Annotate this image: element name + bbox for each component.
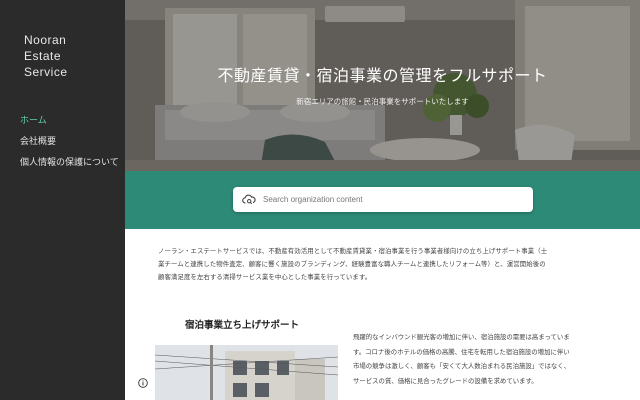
section-line-4: サービスの質、価格に見合ったグレードの設備を求めています。: [353, 376, 538, 385]
info-icon[interactable]: [138, 378, 148, 388]
hero-subtitle: 新宿エリアの旅館・民泊事業をサポートいたします: [296, 97, 469, 106]
search-band: [125, 171, 640, 229]
site-brand[interactable]: Nooran Estate Service: [24, 32, 114, 80]
section-line-1: 飛躍的なインバウンド観光客の増加に伴い、宿泊施設の需要は高まっていま: [353, 333, 570, 341]
sidebar: Nooran Estate Service ホーム 会社概要 個人情報の保護につ…: [0, 0, 125, 400]
intro-line-1: ノーラン・エステートサービスでは、不動産有効活用として不動産賃貸業・宿泊事業を行…: [158, 247, 548, 255]
nav-item-home[interactable]: ホーム: [20, 116, 119, 127]
brand-line-3: Service: [24, 65, 68, 79]
brand-line-2: Estate: [24, 49, 62, 63]
intro-line-3: 顧客満足度を左右する清掃サービス業を中心とした事業を行っています。: [158, 273, 372, 281]
section-line-2: す。コロナ後のホテルの価格の高騰、住宅を転用した宿泊施設の増加に伴い: [353, 347, 570, 356]
nav-item-company[interactable]: 会社概要: [20, 137, 119, 148]
hero-banner: 不動産賃貸・宿泊事業の管理をフルサポート 新宿エリアの旅館・民泊事業をサポートい…: [125, 0, 640, 171]
hero-title: 不動産賃貸・宿泊事業の管理をフルサポート: [217, 66, 548, 85]
nav-item-privacy[interactable]: 個人情報の保護について: [20, 158, 119, 169]
search-box[interactable]: [233, 187, 533, 212]
intro-paragraph: ノーラン・エステートサービスでは、不動産有効活用として不動産賃貸業・宿泊事業を行…: [158, 245, 606, 284]
cloud-search-icon: [242, 194, 256, 205]
intro-line-2: 業チームと連携した物件査定、顧客に響く施設のブランディング、経験豊富な職人チーム…: [158, 260, 546, 268]
search-input[interactable]: [263, 187, 523, 212]
section-line-3: 市場の競争は激しく、顧客も「安くて大人数泊まれる民泊施設」ではなく、: [353, 362, 571, 370]
building-photo: [155, 345, 338, 400]
section-title: 宿泊事業立ち上げサポート: [185, 320, 300, 331]
brand-line-1: Nooran: [24, 33, 67, 47]
main-nav: ホーム 会社概要 個人情報の保護について: [20, 116, 119, 179]
section-body: 飛躍的なインバウンド観光客の増加に伴い、宿泊施設の需要は高まっていま す。コロナ…: [353, 330, 609, 388]
main-content: ノーラン・エステートサービスでは、不動産有効活用として不動産賃貸業・宿泊事業を行…: [125, 229, 640, 400]
